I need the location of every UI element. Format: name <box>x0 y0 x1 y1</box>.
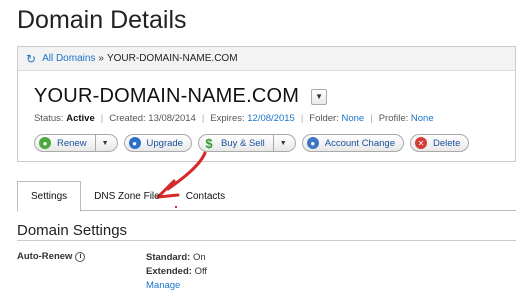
auto-renew-values: Standard: On Extended: Off Manage <box>146 251 207 293</box>
domain-dropdown-button[interactable]: ▼ <box>311 88 328 105</box>
extended-label: Extended: <box>146 266 192 277</box>
status-value: Active <box>66 113 95 124</box>
refresh-icon[interactable]: ↻ <box>26 52 36 66</box>
tab-dns-zone-file-label: DNS Zone File <box>94 190 160 202</box>
account-change-label: Account Change <box>324 137 395 149</box>
renew-button[interactable]: ● Renew ▼ <box>34 134 118 152</box>
tab-contacts-label: Contacts <box>185 190 226 202</box>
folder-value[interactable]: None <box>342 113 365 124</box>
action-buttons: ● Renew ▼ ● Upgrade $ Buy & Sell ▼ ● Acc… <box>34 134 470 152</box>
delete-icon: ✕ <box>414 137 427 149</box>
domain-tabs: Settings DNS Zone File Contacts <box>17 181 516 212</box>
profile-label: Profile: <box>378 113 409 124</box>
expires-value[interactable]: 12/08/2015 <box>247 113 295 124</box>
dropdown-caret-icon: ▼ <box>315 92 324 101</box>
info-icon[interactable]: i <box>75 251 86 262</box>
auto-renew-label: Auto-Renew i <box>17 251 86 262</box>
tab-settings[interactable]: Settings <box>17 181 82 212</box>
delete-label: Delete <box>432 137 461 149</box>
domain-name: YOUR-DOMAIN-NAME.COM <box>34 85 300 107</box>
tab-dns-zone-file[interactable]: DNS Zone File <box>81 181 173 211</box>
all-domains-link[interactable]: All Domains <box>42 53 95 64</box>
account-change-button[interactable]: ● Account Change <box>301 134 404 152</box>
standard-value: On <box>192 252 206 263</box>
renew-icon: ● <box>39 137 51 149</box>
domain-meta: Status: Active | Created: 13/08/2014 | E… <box>34 113 434 124</box>
extended-value: Off <box>194 266 208 277</box>
breadcrumb: ↻ All Domains » YOUR-DOMAIN-NAME.COM <box>18 47 515 71</box>
standard-label: Standard: <box>146 252 191 263</box>
tab-settings-label: Settings <box>31 191 68 202</box>
buy-sell-label: Buy & Sell <box>220 137 265 149</box>
delete-button[interactable]: ✕ Delete <box>409 134 470 152</box>
section-divider <box>17 240 516 241</box>
tab-contacts[interactable]: Contacts <box>173 181 238 211</box>
upgrade-icon: ● <box>128 137 141 149</box>
breadcrumb-current: YOUR-DOMAIN-NAME.COM <box>106 53 238 64</box>
renew-dropdown-caret-icon[interactable]: ▼ <box>94 135 109 151</box>
status-label: Status: <box>34 113 64 124</box>
breadcrumb-separator: » <box>98 53 104 64</box>
auto-renew-text: Auto-Renew <box>17 251 73 262</box>
created-label: Created: <box>109 113 146 124</box>
profile-value[interactable]: None <box>411 113 434 124</box>
expires-label: Expires: <box>210 113 245 124</box>
folder-label: Folder: <box>309 113 339 124</box>
annotation-dot <box>175 206 177 208</box>
account-icon: ● <box>306 137 319 149</box>
created-value: 13/08/2014 <box>148 113 196 124</box>
renew-label: Renew <box>57 137 87 149</box>
buy-sell-dropdown-caret-icon[interactable]: ▼ <box>272 135 287 151</box>
manage-link[interactable]: Manage <box>146 279 207 293</box>
domain-settings-title: Domain Settings <box>17 222 128 239</box>
page-title: Domain Details <box>17 6 187 34</box>
domain-panel: ↻ All Domains » YOUR-DOMAIN-NAME.COM YOU… <box>17 46 516 162</box>
